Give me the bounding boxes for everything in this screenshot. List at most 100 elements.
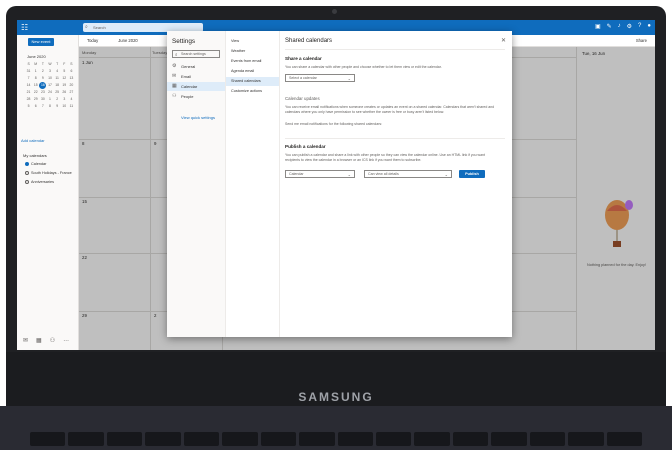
mini-calendar-day[interactable]: 5 [25,103,32,110]
calendar-subnav: View Weather Events from email Agenda em… [226,31,280,337]
outlook-screen: ☷ ⌕ Search ▣ ✎ ♪ ⚙ ? ● New event June 20… [17,20,655,350]
app-launcher-icon[interactable]: ☷ [21,23,28,32]
mini-calendar-week: 5 6 7 8 9 10 11 [25,103,75,110]
gear-icon[interactable]: ⚙ [627,23,632,30]
weekday-label: T [56,62,59,66]
subnav-weather[interactable]: Weather [226,47,279,56]
subnav-agenda-email[interactable]: Agenda email [226,67,279,76]
mini-calendar-day[interactable]: 20 [68,82,75,89]
mini-calendar-day[interactable]: 22 [32,89,39,96]
mini-calendar-day[interactable]: 29 [32,96,39,103]
publish-calendar-select[interactable]: Calendar ⌄ [285,170,355,178]
notes-icon[interactable]: ✎ [607,23,612,30]
month-label[interactable]: June 2020 [118,38,138,43]
mini-calendar-day[interactable]: 9 [39,75,46,82]
people-icon[interactable]: ⚇ [50,337,55,344]
settings-nav: Settings ⌕ Search settings ⚙ General ✉ Ema… [167,31,226,337]
settings-title: Settings [172,38,196,45]
mini-calendar-day[interactable]: 28 [25,96,32,103]
subnav-customize-actions[interactable]: Customize actions [226,87,279,96]
mini-calendar-day[interactable]: 6 [32,103,39,110]
quick-settings-link[interactable]: View quick settings [181,115,215,120]
settings-dialog: Settings ⌕ Search settings ⚙ General ✉ Ema… [167,31,512,337]
checkbox-icon [25,180,29,184]
mini-calendar-day[interactable]: 18 [54,82,61,89]
share-calendar-select[interactable]: Select a calendar ⌄ [285,74,355,82]
mini-calendar-day[interactable]: 5 [61,68,68,75]
chevron-down-icon: ⌄ [444,172,448,177]
my-calendars-heading[interactable]: My calendars [23,153,47,158]
settings-nav-people[interactable]: ⚇ People [167,92,225,101]
calendar-item[interactable]: Calendar [25,162,46,166]
mini-calendar-day[interactable]: 31 [25,68,32,75]
weekday-label: S [27,62,30,66]
weekday-label: T [41,62,44,66]
mini-calendar-day[interactable]: 17 [46,82,53,89]
mini-calendar-day[interactable]: 3 [46,68,53,75]
mini-calendar-day[interactable]: 1 [32,68,39,75]
weekday-label: M [34,62,38,66]
mini-calendar-week: 31 1 2 3 4 5 6 [25,68,75,75]
mini-calendar-day[interactable]: 11 [54,75,61,82]
mini-calendar-day[interactable]: 15 [32,82,39,89]
new-event-button[interactable]: New event [28,38,54,46]
teams-icon[interactable]: ▣ [595,23,601,30]
share-heading: Share a calendar [285,56,322,61]
updates-line: Send me email notifications for the foll… [285,122,383,126]
today-button[interactable]: Today [87,38,98,43]
settings-nav-email[interactable]: ✉ Email [167,72,225,81]
mini-calendar-day[interactable]: 2 [39,68,46,75]
mini-calendar-day[interactable]: 16 [39,82,47,89]
mini-calendar-day[interactable]: 2 [54,96,61,103]
add-calendar-link[interactable]: Add calendar [21,138,45,143]
mini-calendar-day[interactable]: 7 [39,103,46,110]
mini-calendar-day[interactable]: 25 [54,89,61,96]
bell-icon[interactable]: ♪ [618,23,621,30]
mini-calendar-day[interactable]: 4 [68,96,75,103]
mini-calendar-day[interactable]: 13 [68,75,75,82]
left-pane: New event June 2020 S M T W T F S 31 1 2 3 4 5 6 7 8 9 10… [17,35,79,350]
keyboard-keys [30,432,642,450]
mini-calendar-day[interactable]: 26 [61,89,68,96]
calendar-item[interactable]: Anniversaries [25,180,54,184]
more-icon[interactable]: … [63,337,69,344]
subnav-shared-calendars[interactable]: Shared calendars [226,77,279,86]
share-button[interactable]: Share [636,38,647,43]
settings-nav-calendar[interactable]: ▦ Calendar [167,82,225,91]
checkbox-icon [25,162,29,166]
mini-calendar-day[interactable]: 1 [46,96,53,103]
mini-calendar-day[interactable]: 12 [61,75,68,82]
mini-calendar-day[interactable]: 6 [68,68,75,75]
mini-calendar-day[interactable]: 10 [61,103,68,110]
brand-logo: SAMSUNG [298,390,374,404]
mail-icon[interactable]: ✉ [23,337,28,344]
calendar-icon[interactable]: ▦ [36,337,42,344]
close-icon[interactable]: ✕ [501,37,506,44]
chevron-down-icon: ⌄ [347,172,351,177]
mini-calendar-day[interactable]: 21 [25,89,32,96]
mini-calendar-weekdays: SMTWTFS [25,61,75,68]
calendar-item[interactable]: South Holidays - France [25,171,72,175]
mini-calendar-day[interactable]: 27 [68,89,75,96]
mini-calendar-day[interactable]: 10 [46,75,53,82]
mini-calendar-day[interactable]: 3 [61,96,68,103]
subnav-view[interactable]: View [226,37,279,46]
settings-search-input[interactable]: ⌕ Search settings [172,50,220,58]
settings-nav-general[interactable]: ⚙ General [167,62,225,71]
help-icon[interactable]: ? [638,23,641,30]
avatar[interactable]: ● [647,23,651,30]
mini-calendar-day[interactable]: 30 [39,96,46,103]
mini-calendar-day[interactable]: 24 [46,89,53,96]
subnav-events-from-email[interactable]: Events from email [226,57,279,66]
mini-calendar-day[interactable]: 4 [54,68,61,75]
mini-calendar-day[interactable]: 11 [68,103,75,110]
mini-calendar-day[interactable]: 7 [25,75,32,82]
mini-calendar-day[interactable]: 9 [54,103,61,110]
mini-calendar-day[interactable]: 19 [61,82,68,89]
mini-calendar-day[interactable]: 8 [46,103,53,110]
mini-calendar-day[interactable]: 14 [25,82,32,89]
publish-button[interactable]: Publish [459,170,485,178]
mini-calendar-day[interactable]: 8 [32,75,39,82]
permission-select[interactable]: Can view all details ⌄ [364,170,452,178]
mini-calendar-day[interactable]: 23 [39,89,46,96]
